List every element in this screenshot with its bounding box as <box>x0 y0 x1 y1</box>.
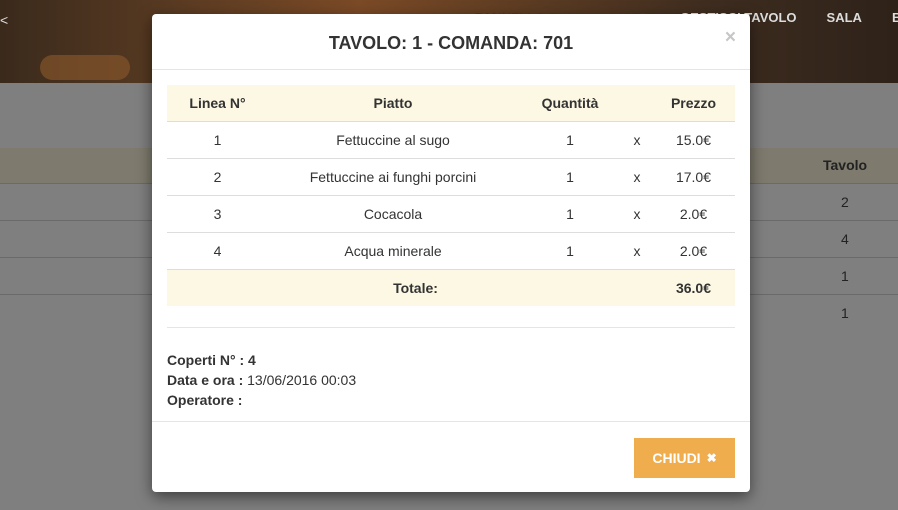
col-header-prezzo: Prezzo <box>652 85 735 122</box>
times-icon: ✖ <box>706 451 717 465</box>
col-header-linea: Linea N° <box>167 85 268 122</box>
coperti-value: 4 <box>248 352 256 368</box>
bg-tavolo-cell: 4 <box>841 231 849 247</box>
data-value: 13/06/2016 00:03 <box>247 372 357 388</box>
cell-linea: 1 <box>167 121 268 159</box>
close-icon[interactable]: × <box>725 27 736 49</box>
close-button-label: CHIUDI <box>652 450 701 466</box>
modal-header: TAVOLO: 1 - COMANDA: 701 × <box>152 14 750 70</box>
table-row: 4 Acqua minerale 1 x 2.0€ <box>167 232 735 270</box>
col-header-quantita: Quantità <box>518 85 622 122</box>
cell-x: x <box>622 121 652 159</box>
modal-title: TAVOLO: 1 - COMANDA: 701 <box>328 33 574 53</box>
table-row: 3 Cocacola 1 x 2.0€ <box>167 195 735 233</box>
cell-quantita: 1 <box>518 195 622 233</box>
cell-x: x <box>622 158 652 196</box>
cell-x: x <box>622 195 652 233</box>
order-detail-modal: TAVOLO: 1 - COMANDA: 701 × Linea N° Piat… <box>152 14 750 492</box>
cell-piatto: Acqua minerale <box>268 232 518 270</box>
info-coperti: Coperti N° : 4 <box>167 350 735 370</box>
cell-prezzo: 17.0€ <box>652 158 735 196</box>
cell-quantita: 1 <box>518 232 622 270</box>
table-header-row: Linea N° Piatto Quantità Prezzo <box>167 85 735 122</box>
bg-tavolo-cell: 2 <box>841 194 849 210</box>
menu-icon[interactable]: < <box>0 12 8 28</box>
bg-tavolo-cell: 1 <box>841 305 849 321</box>
cell-x: x <box>622 232 652 270</box>
total-spacer <box>622 269 652 306</box>
total-label: Totale: <box>268 269 518 306</box>
table-row: 2 Fettuccine ai funghi porcini 1 x 17.0€ <box>167 158 735 196</box>
total-value: 36.0€ <box>652 269 735 306</box>
bg-table-header-tavolo: Tavolo <box>823 157 868 173</box>
col-header-x <box>622 85 652 122</box>
cell-prezzo: 2.0€ <box>652 232 735 270</box>
data-label: Data e ora : <box>167 372 244 388</box>
modal-footer: CHIUDI ✖ <box>152 421 750 493</box>
total-row: Totale: 36.0€ <box>167 269 735 306</box>
cell-piatto: Fettuccine al sugo <box>268 121 518 159</box>
table-row: 1 Fettuccine al sugo 1 x 15.0€ <box>167 121 735 159</box>
total-spacer <box>518 269 622 306</box>
cell-quantita: 1 <box>518 158 622 196</box>
modal-body: Linea N° Piatto Quantità Prezzo 1 Fettuc… <box>152 70 750 425</box>
close-button[interactable]: CHIUDI ✖ <box>634 438 735 478</box>
info-operatore: Operatore : <box>167 390 735 410</box>
banner-image <box>40 55 130 80</box>
cell-prezzo: 15.0€ <box>652 121 735 159</box>
coperti-label: Coperti N° : <box>167 352 245 368</box>
info-data-ora: Data e ora : 13/06/2016 00:03 <box>167 370 735 390</box>
cell-linea: 4 <box>167 232 268 270</box>
cell-linea: 2 <box>167 158 268 196</box>
total-spacer <box>167 269 268 306</box>
nav-item-sala[interactable]: SALA <box>827 10 862 30</box>
nav-item-be[interactable]: BE <box>892 10 898 30</box>
cell-linea: 3 <box>167 195 268 233</box>
cell-piatto: Cocacola <box>268 195 518 233</box>
divider <box>167 327 735 328</box>
order-lines-table: Linea N° Piatto Quantità Prezzo 1 Fettuc… <box>167 85 735 306</box>
col-header-piatto: Piatto <box>268 85 518 122</box>
cell-piatto: Fettuccine ai funghi porcini <box>268 158 518 196</box>
operatore-label: Operatore : <box>167 392 243 408</box>
cell-prezzo: 2.0€ <box>652 195 735 233</box>
bg-tavolo-cell: 1 <box>841 268 849 284</box>
order-info: Coperti N° : 4 Data e ora : 13/06/2016 0… <box>167 350 735 410</box>
cell-quantita: 1 <box>518 121 622 159</box>
